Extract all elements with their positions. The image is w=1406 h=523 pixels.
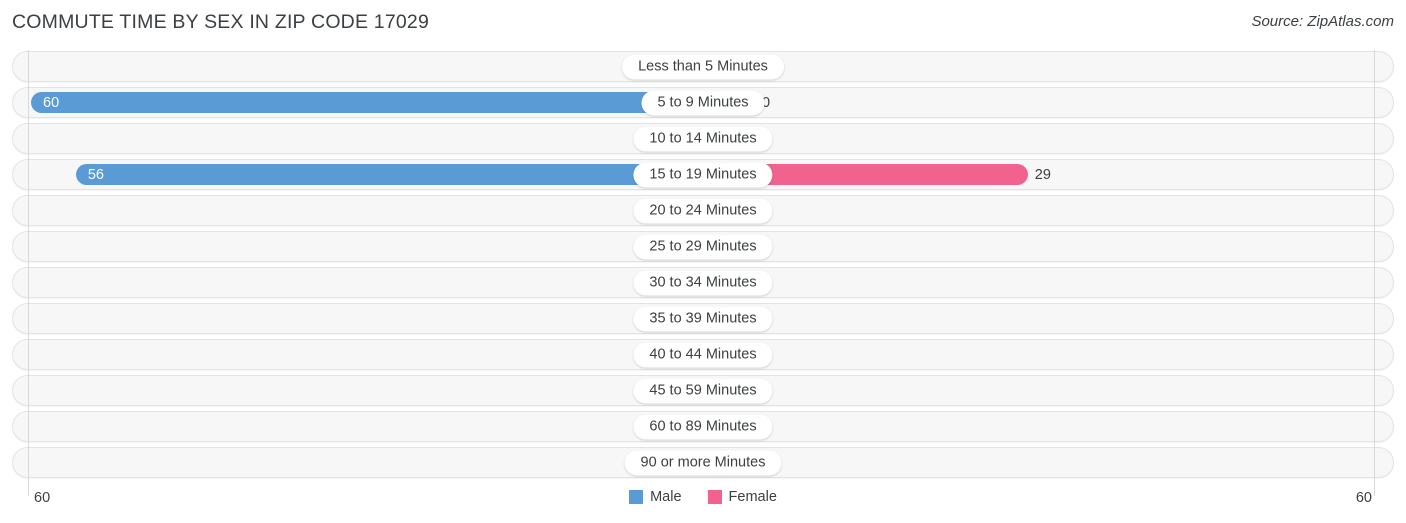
- legend-swatch-icon: [629, 490, 644, 504]
- chart-legend: Male Female: [0, 489, 1406, 505]
- table-row: 0035 to 39 Minutes: [12, 303, 1394, 334]
- chart-footer: 60 60 Male Female: [0, 486, 1406, 523]
- table-row: 0060 to 89 Minutes: [12, 411, 1394, 442]
- table-row: 0020 to 24 Minutes: [12, 195, 1394, 226]
- legend-male[interactable]: Male: [629, 489, 682, 505]
- category-label: Less than 5 Minutes: [622, 54, 784, 79]
- male-bar[interactable]: 56: [75, 164, 703, 185]
- category-label: 15 to 19 Minutes: [633, 162, 773, 187]
- male-value-label: 60: [43, 94, 60, 111]
- category-label: 60 to 89 Minutes: [633, 414, 773, 439]
- legend-female[interactable]: Female: [707, 489, 777, 505]
- source-attribution: Source: ZipAtlas.com: [1251, 13, 1394, 30]
- gridline-right: [1374, 50, 1375, 496]
- table-row: 0040 to 44 Minutes: [12, 339, 1394, 370]
- category-label: 45 to 59 Minutes: [633, 378, 773, 403]
- table-row: 60 0 5 to 9 Minutes: [12, 87, 1394, 118]
- male-value-label: 56: [87, 166, 104, 183]
- category-label: 25 to 29 Minutes: [633, 234, 773, 259]
- table-row: 0045 to 59 Minutes: [12, 375, 1394, 406]
- table-row: 56 29 15 to 19 Minutes: [12, 159, 1394, 190]
- category-label: 20 to 24 Minutes: [633, 198, 773, 223]
- category-label: 10 to 14 Minutes: [633, 126, 773, 151]
- page-title: COMMUTE TIME BY SEX IN ZIP CODE 17029: [12, 11, 430, 33]
- table-row: 0090 or more Minutes: [12, 447, 1394, 478]
- category-label: 30 to 34 Minutes: [633, 270, 773, 295]
- table-row: 0025 to 29 Minutes: [12, 231, 1394, 262]
- table-row: 0010 to 14 Minutes: [12, 123, 1394, 154]
- category-label: 90 or more Minutes: [624, 450, 782, 475]
- gridline-left: [28, 50, 29, 496]
- category-label: 40 to 44 Minutes: [633, 342, 773, 367]
- legend-label: Male: [650, 489, 682, 505]
- bar-rows-container: 00Less than 5 Minutes 6005 to 9 Minutes 00…: [0, 50, 1406, 486]
- chart-plot-area: 00Less than 5 Minutes 6005 to 9 Minutes 00…: [0, 50, 1406, 496]
- female-value-label: 29: [1034, 166, 1051, 183]
- legend-label: Female: [728, 489, 777, 505]
- table-row: 0030 to 34 Minutes: [12, 267, 1394, 298]
- male-bar[interactable]: 60: [31, 92, 703, 113]
- table-row: 00Less than 5 Minutes: [12, 51, 1394, 82]
- category-label: 35 to 39 Minutes: [633, 306, 773, 331]
- chart-header: COMMUTE TIME BY SEX IN ZIP CODE 17029 So…: [0, 0, 1406, 46]
- category-label: 5 to 9 Minutes: [641, 90, 765, 115]
- legend-swatch-icon: [707, 490, 722, 504]
